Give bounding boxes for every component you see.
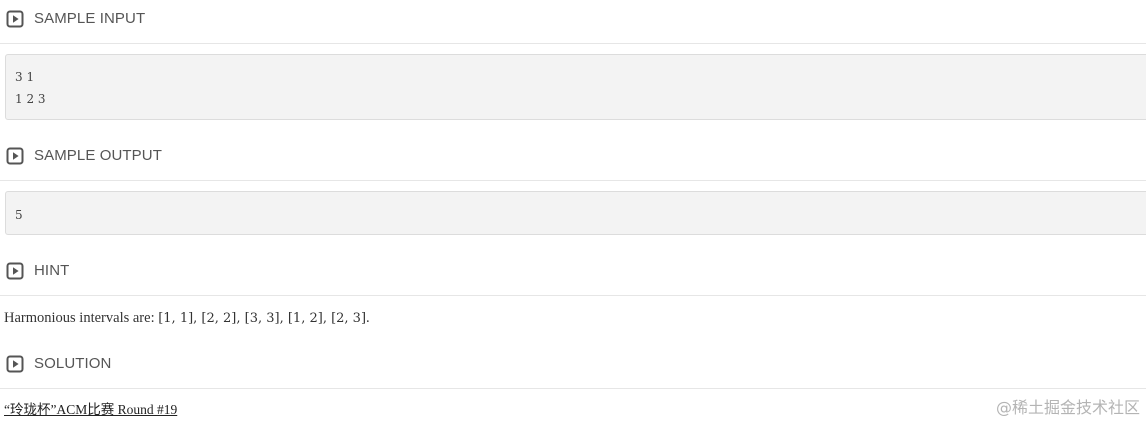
sample-input-title: SAMPLE INPUT: [34, 10, 146, 27]
hint-intervals: [1, 1], [2, 2], [3, 3], [1, 2], [2, 3]: [158, 311, 367, 326]
hint-title: HINT: [34, 262, 70, 279]
play-square-icon[interactable]: [6, 10, 24, 28]
play-square-icon[interactable]: [6, 355, 24, 373]
hint-header[interactable]: HINT: [0, 252, 1146, 296]
play-square-icon[interactable]: [6, 147, 24, 165]
sample-input-header[interactable]: SAMPLE INPUT: [0, 0, 1146, 44]
sample-input-box: 3 1 1 2 3: [5, 54, 1146, 120]
sample-input-line-2: 1 2 3: [15, 92, 46, 106]
hint-text: Harmonious intervals are: [1, 1], [2, 2]…: [4, 308, 370, 329]
sample-output-line-1: 5: [15, 208, 23, 222]
hint-suffix: .: [366, 310, 370, 326]
sample-output-title: SAMPLE OUTPUT: [34, 147, 162, 164]
contest-source-link[interactable]: “玲珑杯”ACM比赛 Round #19: [4, 400, 177, 420]
sample-output-box: 5: [5, 191, 1146, 235]
sample-output-header[interactable]: SAMPLE OUTPUT: [0, 137, 1146, 181]
watermark: @稀土掘金技术社区: [995, 398, 1140, 417]
play-square-icon[interactable]: [6, 262, 24, 280]
solution-title: SOLUTION: [34, 355, 112, 372]
hint-prefix: Harmonious intervals are:: [4, 310, 159, 326]
sample-input-line-1: 3 1: [15, 70, 35, 84]
solution-header[interactable]: SOLUTION: [0, 345, 1146, 389]
